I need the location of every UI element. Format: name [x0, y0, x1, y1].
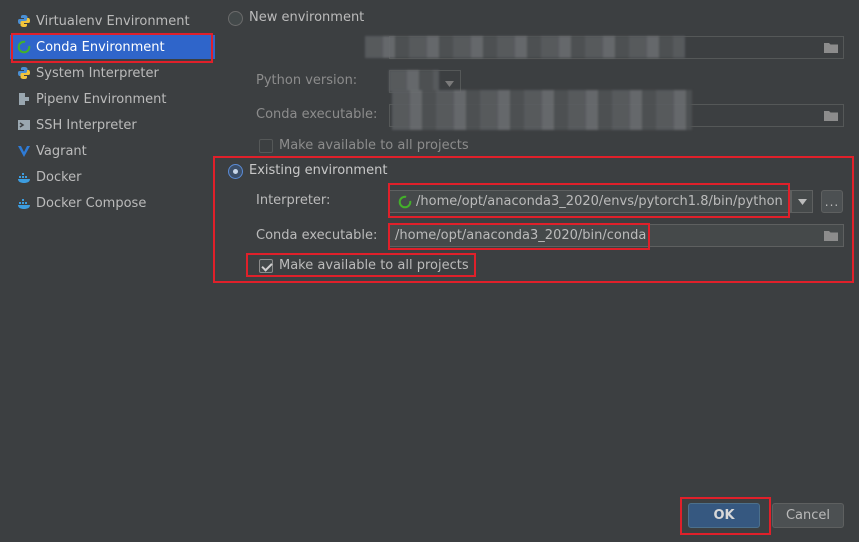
browse-interpreter-button[interactable]: ... — [821, 190, 843, 213]
sidebar-item-vagrant[interactable]: Vagrant — [10, 139, 215, 163]
existing-environment-radio[interactable] — [228, 164, 243, 179]
cancel-button[interactable]: Cancel — [772, 503, 844, 528]
new-environment-radio[interactable] — [228, 11, 243, 26]
sidebar-item-system-interpreter[interactable]: System Interpreter — [10, 61, 215, 85]
redacted-area — [389, 70, 439, 92]
sidebar-item-label: Pipenv Environment — [36, 91, 167, 107]
python-version-label: Python version: — [256, 73, 358, 88]
docker-icon — [16, 195, 32, 211]
sidebar-item-label: SSH Interpreter — [36, 117, 137, 133]
sidebar-item-label: Docker — [36, 169, 82, 185]
sidebar-item-docker-compose[interactable]: Docker Compose — [10, 191, 215, 215]
interpreter-dropdown-button[interactable] — [791, 190, 813, 213]
folder-icon[interactable] — [823, 229, 839, 242]
sidebar-item-docker[interactable]: Docker — [10, 165, 215, 189]
sidebar-item-label: Docker Compose — [36, 195, 147, 211]
sidebar-item-label: Conda Environment — [36, 39, 165, 55]
sidebar-item-virtualenv[interactable]: Virtualenv Environment — [10, 9, 215, 33]
new-env-make-available-label: Make available to all projects — [279, 138, 469, 153]
existing-env-conda-executable-field[interactable]: /home/opt/anaconda3_2020/bin/conda — [389, 224, 844, 247]
sidebar-item-label: System Interpreter — [36, 65, 159, 81]
redacted-area — [365, 36, 685, 58]
new-env-make-available-checkbox — [259, 139, 273, 153]
chevron-down-icon — [445, 76, 454, 91]
sidebar-item-conda[interactable]: Conda Environment — [10, 35, 215, 59]
ok-button[interactable]: OK — [688, 503, 760, 528]
interpreter-type-list: Virtualenv Environment Conda Environment… — [0, 0, 215, 542]
interpreter-value: /home/opt/anaconda3_2020/envs/pytorch1.8… — [416, 194, 783, 209]
python-icon — [16, 13, 32, 29]
sidebar-item-label: Vagrant — [36, 143, 87, 159]
ssh-icon — [16, 117, 32, 133]
sidebar-item-label: Virtualenv Environment — [36, 13, 190, 29]
interpreter-label: Interpreter: — [256, 193, 331, 208]
conda-icon — [16, 39, 32, 55]
new-environment-label: New environment — [249, 10, 365, 25]
docker-icon — [16, 169, 32, 185]
existing-env-make-available-label: Make available to all projects — [279, 258, 469, 273]
redacted-area — [392, 90, 692, 130]
existing-environment-label: Existing environment — [249, 163, 388, 178]
existing-env-make-available-checkbox[interactable] — [259, 259, 273, 273]
pipenv-icon — [16, 91, 32, 107]
sidebar-item-pipenv[interactable]: Pipenv Environment — [10, 87, 215, 111]
sidebar-item-ssh[interactable]: SSH Interpreter — [10, 113, 215, 137]
vagrant-icon — [16, 143, 32, 159]
folder-icon — [823, 109, 839, 122]
chevron-down-icon — [797, 194, 807, 209]
python-icon — [16, 65, 32, 81]
existing-env-conda-executable-label: Conda executable: — [256, 228, 378, 243]
interpreter-select[interactable]: /home/opt/anaconda3_2020/envs/pytorch1.8… — [389, 190, 791, 213]
folder-icon — [823, 41, 839, 54]
conda-icon — [398, 195, 412, 212]
new-env-conda-executable-label: Conda executable: — [256, 107, 378, 122]
conda-executable-value: /home/opt/anaconda3_2020/bin/conda — [395, 228, 647, 243]
